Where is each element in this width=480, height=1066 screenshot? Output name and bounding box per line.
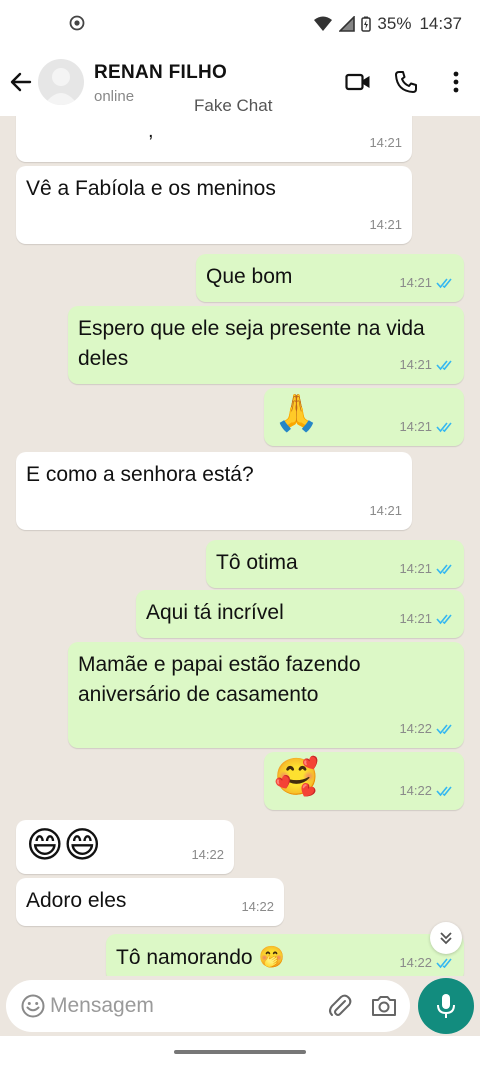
message-bubble-outgoing[interactable]: Espero que ele seja presente na vida del… [68, 306, 464, 384]
mic-icon [437, 994, 455, 1018]
message-time: 14:21 [399, 275, 432, 290]
message-text: Espero que ele seja presente na vida del… [78, 317, 425, 370]
composer-bar [0, 976, 480, 1036]
message-time: 14:22 [241, 899, 274, 914]
message-emoji: 😄😄 [26, 825, 102, 866]
double-check-icon [436, 724, 452, 735]
message-text: Que bom [206, 265, 293, 288]
avatar[interactable] [38, 59, 84, 105]
double-check-icon [436, 278, 452, 289]
message-bubble-incoming[interactable]: E como a senhora está? 14:21 [16, 452, 412, 530]
more-vert-icon [453, 71, 459, 93]
video-call-button[interactable] [344, 68, 372, 96]
message-text: Mamãe e papai estão fazendo aniversário … [78, 653, 361, 706]
more-options-button[interactable] [442, 68, 470, 96]
message-input[interactable] [50, 990, 310, 1022]
double-check-icon [436, 614, 452, 625]
message-time: 14:22 [399, 955, 432, 970]
message-bubble-incoming[interactable]: Vê a Fabíola e os meninos 14:21 [16, 166, 412, 244]
message-bubble-outgoing[interactable]: Tô namorando 🤭 14:22 [106, 934, 464, 976]
notification-dot-icon [69, 15, 85, 31]
wifi-icon [314, 16, 333, 31]
app-overlay-label: Fake Chat [194, 96, 273, 115]
chat-header: RENAN FILHO online Fake Chat [0, 50, 480, 116]
battery-percent: 35% [377, 14, 412, 33]
message-bubble-outgoing[interactable]: 🙏 14:21 [264, 388, 464, 446]
back-button[interactable] [8, 69, 34, 95]
battery-icon [361, 16, 372, 32]
message-bubble-outgoing[interactable]: Tô otima 14:21 [206, 540, 464, 588]
voice-call-button[interactable] [392, 68, 420, 96]
chat-messages-area[interactable]: , 14:21 Vê a Fabíola e os meninos 14:21 … [0, 116, 480, 976]
message-composer [6, 980, 410, 1032]
message-text: Vê a Fabíola e os meninos [26, 177, 276, 200]
message-text: Tô otima [216, 551, 298, 574]
contact-status: online [94, 88, 135, 105]
double-check-icon [436, 422, 452, 433]
message-emoji: 🥰 [274, 757, 319, 798]
emoji-icon[interactable] [20, 993, 46, 1019]
camera-icon[interactable] [370, 992, 398, 1020]
message-time: 14:21 [399, 611, 432, 626]
message-text: E como a senhora está? [26, 463, 254, 486]
chevron-double-down-icon [440, 932, 452, 945]
double-check-icon [436, 564, 452, 575]
message-time: 14:21 [399, 357, 432, 372]
default-avatar-icon [44, 68, 78, 105]
attach-icon[interactable] [326, 992, 354, 1020]
double-check-icon [436, 786, 452, 797]
double-check-icon [436, 360, 452, 371]
message-bubble-outgoing[interactable]: Mamãe e papai estão fazendo aniversário … [68, 642, 464, 748]
message-bubble-outgoing[interactable]: 🥰 14:22 [264, 752, 464, 810]
message-time: 14:21 [369, 135, 402, 150]
message-time: 14:22 [399, 721, 432, 736]
clock: 14:37 [419, 14, 462, 33]
message-text-fragment: , [148, 120, 154, 142]
message-text: Aqui tá incrível [146, 601, 284, 624]
message-time: 14:21 [399, 419, 432, 434]
video-call-icon [345, 73, 370, 91]
signal-icon [339, 16, 356, 32]
message-emoji: 🙏 [274, 393, 319, 434]
message-bubble-outgoing[interactable]: Aqui tá incrível 14:21 [136, 590, 464, 638]
status-bar: 35% 14:37 [0, 0, 480, 50]
message-bubble-outgoing[interactable]: Que bom 14:21 [196, 254, 464, 302]
message-text: Tô namorando [116, 946, 253, 969]
gesture-handle[interactable] [174, 1050, 306, 1054]
message-bubble-incoming[interactable]: Adoro eles 14:22 [16, 878, 284, 926]
message-emoji: 🤭 [258, 945, 285, 969]
message-time: 14:22 [399, 783, 432, 798]
message-bubble-incoming[interactable]: 😄😄 14:22 [16, 820, 234, 874]
message-time: 14:21 [399, 561, 432, 576]
double-check-icon [436, 958, 452, 969]
mic-button[interactable] [418, 978, 474, 1034]
message-time: 14:21 [369, 503, 402, 518]
message-time: 14:21 [369, 217, 402, 232]
message-time: 14:22 [191, 847, 224, 862]
back-arrow-icon [10, 72, 32, 92]
scroll-to-bottom-button[interactable] [430, 922, 462, 954]
message-bubble-incoming[interactable]: , 14:21 [16, 116, 412, 162]
phone-icon [395, 71, 417, 93]
contact-name[interactable]: RENAN FILHO [94, 62, 227, 84]
system-nav-bar [0, 1036, 480, 1066]
message-text: Adoro eles [26, 889, 127, 912]
status-indicators: 35% 14:37 [313, 14, 462, 34]
